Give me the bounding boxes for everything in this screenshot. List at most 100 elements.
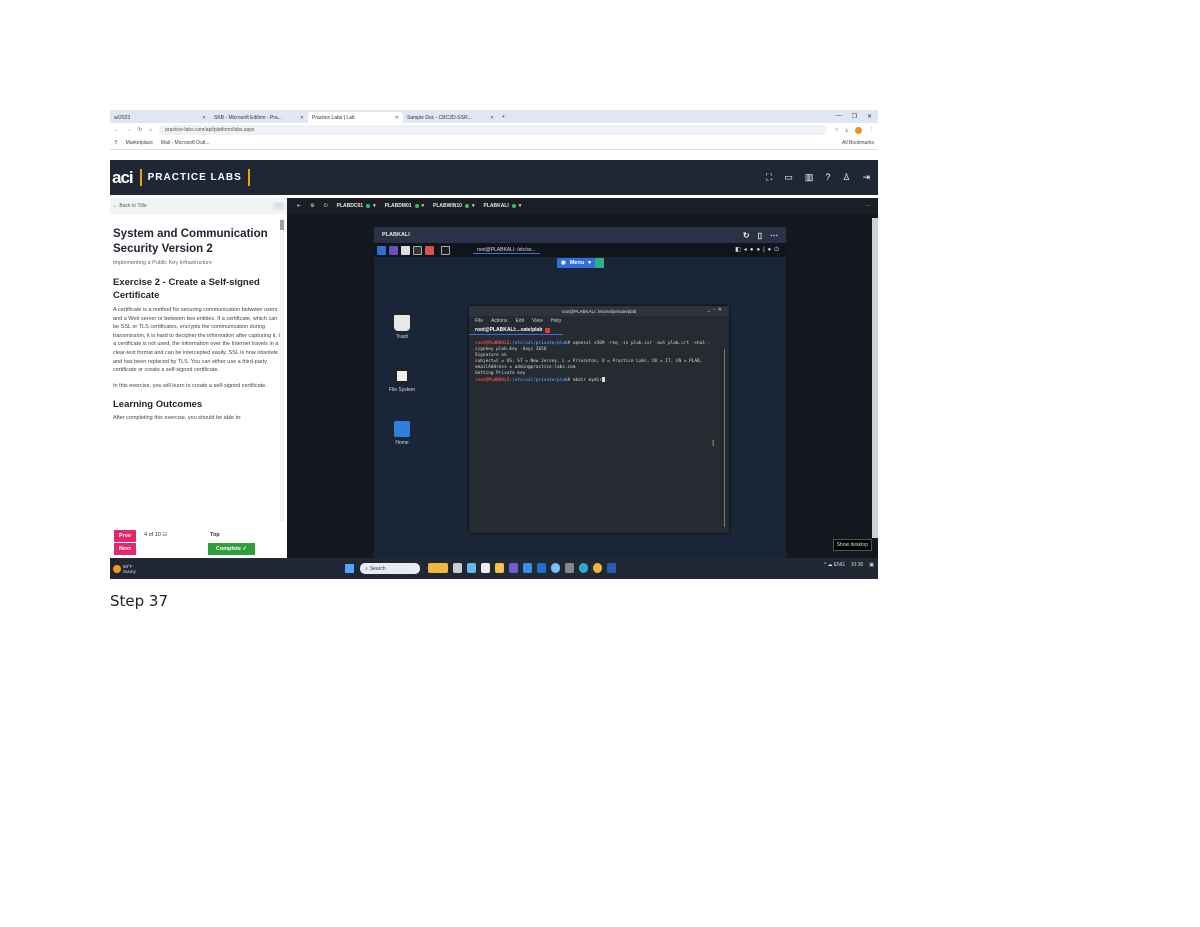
top-link[interactable]: Top: [210, 532, 220, 538]
settings-icon[interactable]: [565, 563, 574, 573]
menu-actions[interactable]: Actions: [491, 318, 507, 324]
notification-icon[interactable]: ▣: [869, 562, 874, 568]
power-icon[interactable]: ⏻: [324, 203, 328, 209]
forward-arrow-icon[interactable]: →: [126, 127, 131, 133]
prev-button[interactable]: Prev: [114, 530, 136, 542]
vm-tab-plabkali[interactable]: PLABKALI ▾: [483, 203, 521, 209]
menu-view[interactable]: View: [532, 318, 543, 324]
home-icon[interactable]: ⌂: [149, 127, 152, 133]
close-icon[interactable]: ✕: [300, 115, 304, 121]
refresh-icon[interactable]: ↻: [743, 231, 750, 240]
kali-more-icon[interactable]: ⋯: [770, 231, 778, 240]
terminal-line: subject=C = US, ST = New Jersey, L = Pri…: [475, 359, 703, 370]
terminal-window[interactable]: root@PLABKALI: /etc/ssl/private/plab _▫✕…: [469, 306, 729, 533]
maximize-icon[interactable]: ❐: [852, 113, 857, 120]
menu-edit[interactable]: Edit: [515, 318, 524, 324]
download-icon[interactable]: ⤓: [846, 127, 848, 133]
apps-grid-icon[interactable]: ⠿: [114, 140, 118, 146]
bookmark-item[interactable]: Marketplace: [126, 140, 153, 146]
browser-tab[interactable]: Sample Doc - CBC2D-SSR... ✕: [403, 112, 498, 123]
terminal-scrollbar[interactable]: [723, 349, 725, 527]
all-bookmarks-link[interactable]: All Bookmarks: [842, 140, 874, 146]
browser-tab[interactable]: w/2023 ✕: [110, 112, 210, 123]
collapse-icon[interactable]: ⇤: [297, 203, 301, 209]
user-icon[interactable]: ♙: [842, 172, 850, 183]
desktop-icon-home[interactable]: Home: [385, 421, 419, 446]
browser-launcher-icon[interactable]: [425, 245, 434, 255]
terminal-tab[interactable]: root@PLABKALI:...vate/plab: [469, 326, 563, 335]
reload-icon[interactable]: ↻: [138, 127, 142, 133]
desktop-icon-file-system[interactable]: File System: [385, 368, 419, 393]
menu-file[interactable]: File: [475, 318, 483, 324]
kali-menu-popup[interactable]: ◉ Menu ▾: [557, 258, 604, 268]
help-icon[interactable]: ?: [825, 172, 830, 183]
close-icon[interactable]: ✕: [395, 115, 399, 121]
kali-taskbar-terminal[interactable]: root@PLABKALI: /etc/ss...: [473, 247, 540, 254]
next-button[interactable]: Next: [114, 543, 136, 555]
file-explorer-icon[interactable]: [495, 563, 504, 573]
edge-icon[interactable]: [579, 563, 588, 573]
profile-icon[interactable]: [855, 126, 862, 134]
kali-menu-icon[interactable]: [377, 245, 386, 255]
address-bar[interactable]: practice-labs.com/api/platform/labs.aspx: [159, 125, 828, 135]
bookmark-item[interactable]: Mail - Microsoft Outl...: [161, 140, 210, 146]
minimize-icon[interactable]: —: [836, 113, 842, 120]
task-view-icon[interactable]: [453, 563, 462, 573]
folder-icon[interactable]: ▭: [784, 172, 793, 183]
vm-tab-plabdm01[interactable]: PLABDM01 ▾: [385, 203, 424, 209]
vm-tab-plabwin10[interactable]: PLABWIN10 ▾: [433, 203, 474, 209]
logout-icon[interactable]: ⇥: [862, 172, 870, 183]
terminal-titlebar[interactable]: root@PLABKALI: /etc/ssl/private/plab _▫✕: [469, 306, 729, 316]
desktop-icon-trash[interactable]: Trash: [385, 315, 419, 340]
store-icon[interactable]: [481, 563, 490, 573]
windows-start-icon[interactable]: [345, 564, 354, 573]
browser-menu-icon[interactable]: ⋮: [869, 127, 874, 133]
browser-tab[interactable]: SKB - Microsoft Edition - Pra... ✕: [210, 112, 308, 123]
clipboard-icon[interactable]: ▯: [758, 231, 762, 240]
vm-tab-plabdc01[interactable]: PLABDC01 ▾: [337, 203, 376, 209]
instructions-scrollbar[interactable]: [280, 218, 284, 522]
back-to-title-link[interactable]: ← Back to Title: [113, 203, 147, 209]
menu-help[interactable]: Help: [551, 318, 561, 324]
word-icon[interactable]: [607, 563, 616, 573]
close-icon[interactable]: ✕: [202, 115, 206, 121]
window-icon[interactable]: [441, 245, 450, 255]
chart-icon[interactable]: ▥: [805, 172, 814, 183]
new-tab-button[interactable]: +: [498, 114, 505, 120]
chrome-icon[interactable]: [593, 563, 602, 573]
weather-widget[interactable]: 68°F Sunny: [110, 564, 136, 574]
vm-more-icon[interactable]: ···: [865, 203, 878, 209]
complete-button[interactable]: Complete ✓: [208, 543, 255, 555]
settings-gear-icon[interactable]: ⚙: [310, 203, 314, 209]
more-button[interactable]: ···: [273, 202, 284, 210]
scroll-thumb[interactable]: [280, 220, 284, 230]
browser-tab-active[interactable]: Practice Labs | Lab ✕: [308, 112, 403, 123]
teams-icon[interactable]: [509, 563, 518, 573]
mail-icon[interactable]: [523, 563, 532, 573]
outlook-icon[interactable]: [537, 563, 546, 573]
widgets-icon[interactable]: [428, 563, 448, 573]
close-window-icon[interactable]: ✕: [867, 113, 872, 120]
menu-label: Menu: [569, 260, 585, 266]
instructions-content: System and Communication Security Versio…: [110, 214, 287, 423]
tab-label: w/2023: [114, 114, 131, 121]
terminal-output[interactable]: root@PLABKALI:/etc/ssl/private/plab# ope…: [469, 335, 729, 390]
workspace-icon[interactable]: [389, 245, 398, 255]
kali-top-panel: root@PLABKALI: /etc/ss... ◧◂●●|●⏻: [374, 243, 786, 257]
network-icon[interactable]: [594, 258, 604, 268]
terminal-controls[interactable]: _▫✕: [707, 307, 725, 313]
back-arrow-icon[interactable]: ←: [114, 127, 119, 133]
remote-scrollbar[interactable]: [872, 218, 878, 538]
fullscreen-icon[interactable]: ⛶: [766, 172, 772, 183]
files-icon[interactable]: [401, 245, 410, 255]
taskbar-search[interactable]: ⌕ Search: [360, 563, 420, 574]
bookmark-star-icon[interactable]: ☆: [834, 127, 838, 133]
terminal-launcher-icon[interactable]: [413, 245, 422, 255]
tray-icons[interactable]: ^ ☁ ENG: [824, 562, 845, 568]
close-icon[interactable]: ✕: [490, 115, 494, 121]
clock[interactable]: 10:30: [851, 562, 864, 568]
page-indicator[interactable]: 4 of 10 ☷: [144, 532, 167, 538]
close-tab-icon[interactable]: [545, 327, 551, 333]
cortana-icon[interactable]: [551, 563, 560, 573]
copilot-icon[interactable]: [467, 563, 476, 573]
